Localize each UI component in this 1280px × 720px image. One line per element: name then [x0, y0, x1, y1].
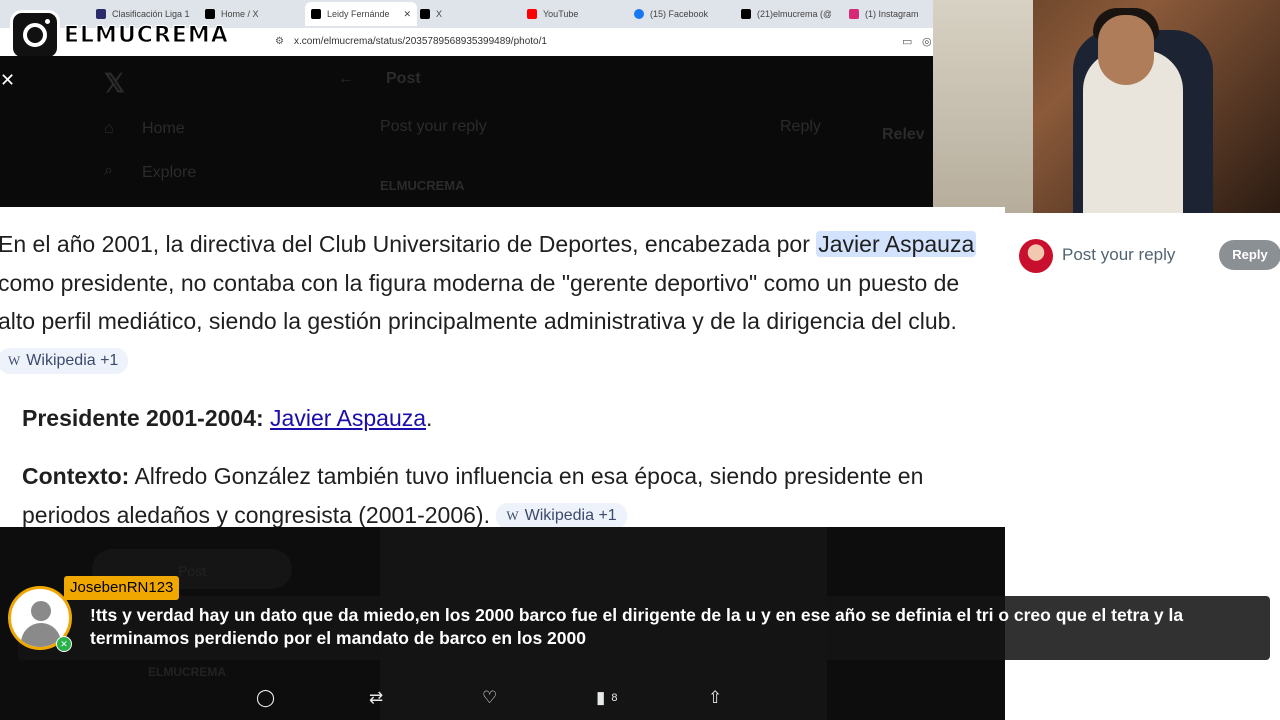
views-stat[interactable]: ▮ 8: [596, 688, 617, 708]
bg-author-bottom: ELMUCREMA: [148, 665, 226, 679]
reply-input[interactable]: Post your reply: [1062, 245, 1175, 265]
post-actions: ◯ ⇄ ♡ ▮ 8 ⇧: [0, 688, 1005, 712]
reply-button[interactable]: Reply: [1219, 240, 1280, 270]
bg-post-label: Post: [178, 563, 207, 579]
screen-icon[interactable]: ▭: [902, 35, 912, 48]
presidente-line: Presidente 2001-2004: Javier Aspauza.: [22, 405, 433, 431]
share-icon[interactable]: ⇧: [708, 688, 722, 708]
tab-facebook[interactable]: (15) Facebook: [634, 4, 708, 24]
tab-x[interactable]: X: [420, 4, 442, 24]
streamer-logo: ELMUCREMA: [10, 10, 229, 60]
explore-icon: ⌕: [104, 162, 113, 179]
back-arrow-icon: ←: [338, 70, 354, 87]
reply-icon[interactable]: ◯: [256, 688, 275, 708]
instagram-icon: [849, 9, 859, 19]
nav-explore: Explore: [142, 164, 197, 181]
highlight-name: Javier Aspauza: [816, 231, 977, 257]
verified-badge-icon: ✕: [56, 636, 72, 652]
instagram-logo-icon: [10, 10, 60, 60]
tab-instagram[interactable]: (1) Instagram: [849, 4, 919, 24]
nav-home: Home: [142, 120, 185, 137]
contexto-line: Contexto: Alfredo González también tuvo …: [22, 463, 924, 530]
chat-message-box: !tts y verdad hay un dato que da miedo,e…: [18, 596, 1270, 660]
bg-relevant: Relev: [882, 126, 925, 143]
tiktok-icon: [741, 9, 751, 19]
home-icon: ⌂: [104, 120, 114, 137]
avatar: [1019, 239, 1053, 273]
bg-reply-button: Reply: [780, 118, 821, 135]
article-screenshot: En el año 2001, la directiva del Club Un…: [0, 207, 1005, 530]
tab-tiktok[interactable]: (21)elmucrema (@e: [741, 4, 831, 24]
bg-reply-placeholder: Post your reply: [380, 118, 487, 135]
extension-icon[interactable]: ◎: [922, 35, 932, 48]
bg-author: ELMUCREMA: [380, 178, 465, 193]
tab-youtube[interactable]: YouTube: [527, 4, 578, 24]
x-logo-icon: [311, 9, 321, 19]
wikipedia-icon: W: [506, 508, 519, 524]
wikipedia-icon: W: [8, 353, 21, 369]
url-text[interactable]: x.com/elmucrema/status/20357895689353994…: [294, 36, 547, 47]
site-info-icon[interactable]: ⚙: [275, 36, 284, 47]
x-logo-icon: 𝕏: [104, 68, 125, 98]
logo-text: ELMUCREMA: [64, 22, 229, 48]
presidente-link[interactable]: Javier Aspauza: [270, 405, 426, 431]
facebook-icon: [634, 9, 644, 19]
youtube-icon: [527, 9, 537, 19]
x-background: 𝕏 ⌂ Home ⌕ Explore ← Post Post your repl…: [0, 56, 933, 207]
article-paragraph: En el año 2001, la directiva del Club Un…: [0, 225, 998, 379]
webcam-feed: [933, 0, 1280, 213]
analytics-icon: ▮: [596, 688, 606, 707]
close-photo-icon[interactable]: ✕: [0, 70, 15, 91]
tab-leidy-active[interactable]: Leidy Fernánde ✕: [305, 2, 417, 26]
repost-icon[interactable]: ⇄: [369, 688, 383, 708]
views-count: 8: [611, 692, 618, 704]
chat-message: !tts y verdad hay un dato que da miedo,e…: [90, 605, 1184, 648]
close-tab-icon[interactable]: ✕: [404, 9, 412, 20]
x-logo-icon: [420, 9, 430, 19]
post-header: Post: [386, 70, 421, 87]
source-chip[interactable]: W Wikipedia +1: [496, 503, 627, 530]
like-icon[interactable]: ♡: [482, 688, 497, 708]
source-chip[interactable]: W Wikipedia +1: [0, 348, 129, 375]
chat-username: JosebenRN123: [64, 576, 180, 600]
